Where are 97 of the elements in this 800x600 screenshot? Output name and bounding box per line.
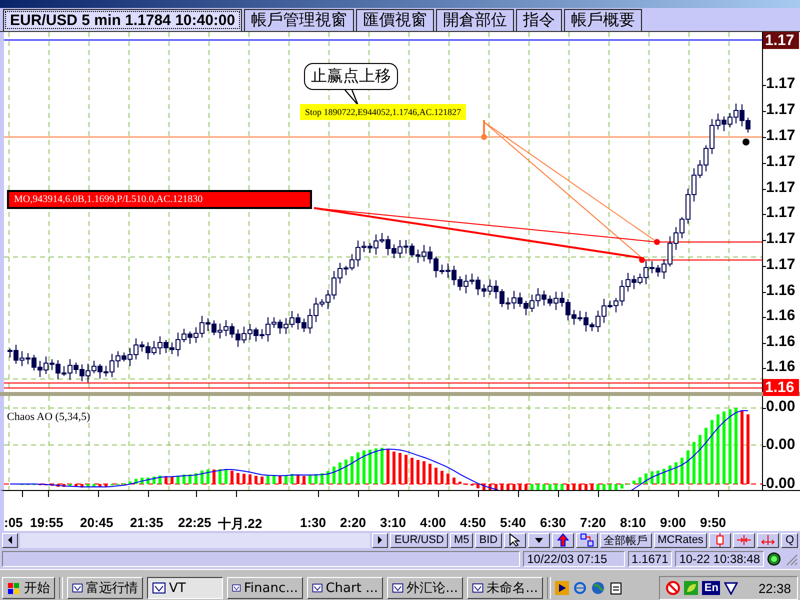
axis-label: 1.16 [766, 308, 796, 324]
tab[interactable]: 帳戶管理視窗 [244, 9, 354, 31]
time-label: 19:55 [30, 515, 64, 530]
no-sign-icon [666, 581, 680, 595]
globe-icon [591, 581, 605, 595]
time-label: 8:10 [620, 515, 646, 530]
taskbar-button[interactable]: VT [147, 577, 223, 599]
pointer-button[interactable] [504, 532, 526, 548]
tool-button[interactable] [757, 532, 780, 548]
axis-label: 1.16 [766, 283, 796, 299]
time-label: 2:20 [340, 515, 366, 530]
scroll-left-button[interactable] [2, 532, 18, 548]
order-label: Stop 1890722,E944052,1.1746,AC.121827 [300, 104, 466, 120]
taskbar-button[interactable]: Chart ... [307, 577, 383, 599]
leaf-icon [684, 581, 698, 595]
time-label: 4:50 [460, 515, 486, 530]
symbol-button[interactable]: EUR/USD [390, 532, 448, 548]
notepad-icon [609, 581, 623, 595]
app-icon [312, 581, 323, 595]
time-label: 9:50 [700, 515, 726, 530]
marker-dot [481, 134, 487, 140]
tab[interactable]: 開倉部位 [436, 9, 514, 31]
resize-grip-icon [784, 552, 798, 566]
bar-price: 1.1671 [628, 551, 672, 567]
marker-dot [742, 138, 750, 146]
arrows-icon [737, 533, 752, 547]
app-icon [152, 581, 166, 595]
tool-button[interactable] [576, 532, 598, 548]
dropdown-button[interactable] [528, 532, 550, 548]
bar-time: 10/22/03 07:15 [523, 551, 625, 567]
windows-flag-icon [7, 581, 21, 595]
arrows-icon [761, 533, 776, 547]
axis-label: 1.17 [766, 76, 796, 92]
tab[interactable]: 匯價視窗 [356, 9, 434, 31]
quit-button[interactable]: Q [781, 532, 798, 548]
axis-label: 0.00 [766, 437, 796, 453]
tool-button[interactable] [733, 532, 756, 548]
arrow-right-icon [377, 536, 384, 544]
taskbar-button[interactable]: 未命名... [467, 577, 543, 599]
axis-label: 1.17 [766, 102, 796, 118]
axis-label: 1.17 [766, 257, 796, 273]
taskbar-button[interactable]: 外汇论... [387, 577, 463, 599]
status-indicator-icon [767, 552, 781, 566]
time-label: 3:10 [380, 515, 406, 530]
time-label: 1:30 [300, 515, 326, 530]
time-label: 5:40 [500, 515, 526, 530]
pointer-icon [508, 533, 522, 547]
axis-label: 1.17 [766, 128, 796, 144]
callout-tail-icon [344, 90, 360, 106]
axis-label: 1.16 [766, 359, 796, 375]
order-label: MO,943914,6.0B,1.1699,P/L510.0,AC.121830 [7, 190, 312, 209]
price-type-button[interactable]: BID [475, 532, 502, 548]
clock-field: 10-22 10:38:48 [675, 551, 764, 567]
rates-button[interactable]: MCRates [654, 532, 708, 548]
tab[interactable]: 指令 [516, 9, 562, 31]
link-icon [580, 533, 594, 547]
app-icon [472, 581, 484, 595]
taskbar-button[interactable]: Financ... [227, 577, 303, 599]
marker-dot [639, 257, 645, 263]
axis-label: 1.17 [766, 180, 796, 196]
axis-label: 1.16 [766, 334, 796, 350]
clock: 22:38 [758, 580, 791, 596]
axis-label: 1.17 [766, 205, 796, 221]
arrow-left-icon [7, 536, 13, 544]
triangle-logo-icon [724, 581, 738, 595]
tool-button[interactable] [552, 532, 574, 548]
play-icon [555, 581, 569, 595]
indicator-title: Chaos AO (5,34,5) [7, 411, 90, 423]
time-label: 9:00 [660, 515, 686, 530]
time-label: 22:25 [178, 515, 212, 530]
axis-label: 1.17 [766, 154, 796, 170]
accounts-button[interactable]: 全部帳戶 [600, 532, 652, 548]
axis-label: 1.17 [766, 231, 796, 247]
time-label: 6:30 [540, 515, 566, 530]
tab[interactable]: EUR/USD 5 min 1.1784 10:40:00 [3, 9, 242, 31]
time-label: 7:20 [580, 515, 606, 530]
axis-label: 0.00 [766, 399, 796, 415]
arrow-up-icon [556, 533, 570, 547]
language-indicator[interactable]: En [702, 581, 720, 595]
tool-button[interactable] [709, 532, 732, 548]
period-button[interactable]: M5 [450, 532, 474, 548]
taskbar-button[interactable]: 富远行情 [67, 577, 143, 599]
time-label: 4:00 [420, 515, 446, 530]
time-label: 21:35 [130, 515, 164, 530]
time-label: 十月.22 [218, 515, 262, 533]
price-badge: 1.16 [763, 379, 799, 396]
time-label: 20:45 [80, 515, 114, 530]
browser-icon [573, 581, 587, 595]
marker-dot [654, 239, 660, 245]
start-button[interactable]: 开始 [2, 577, 55, 599]
scroll-right-button[interactable] [372, 532, 388, 548]
price-badge: 1.17 [763, 32, 799, 49]
axis-label: 0.00 [766, 476, 796, 492]
time-label: :05 [4, 515, 23, 530]
tab[interactable]: 帳戶概要 [564, 9, 642, 31]
app-icon [392, 581, 404, 595]
app-icon [72, 581, 83, 595]
